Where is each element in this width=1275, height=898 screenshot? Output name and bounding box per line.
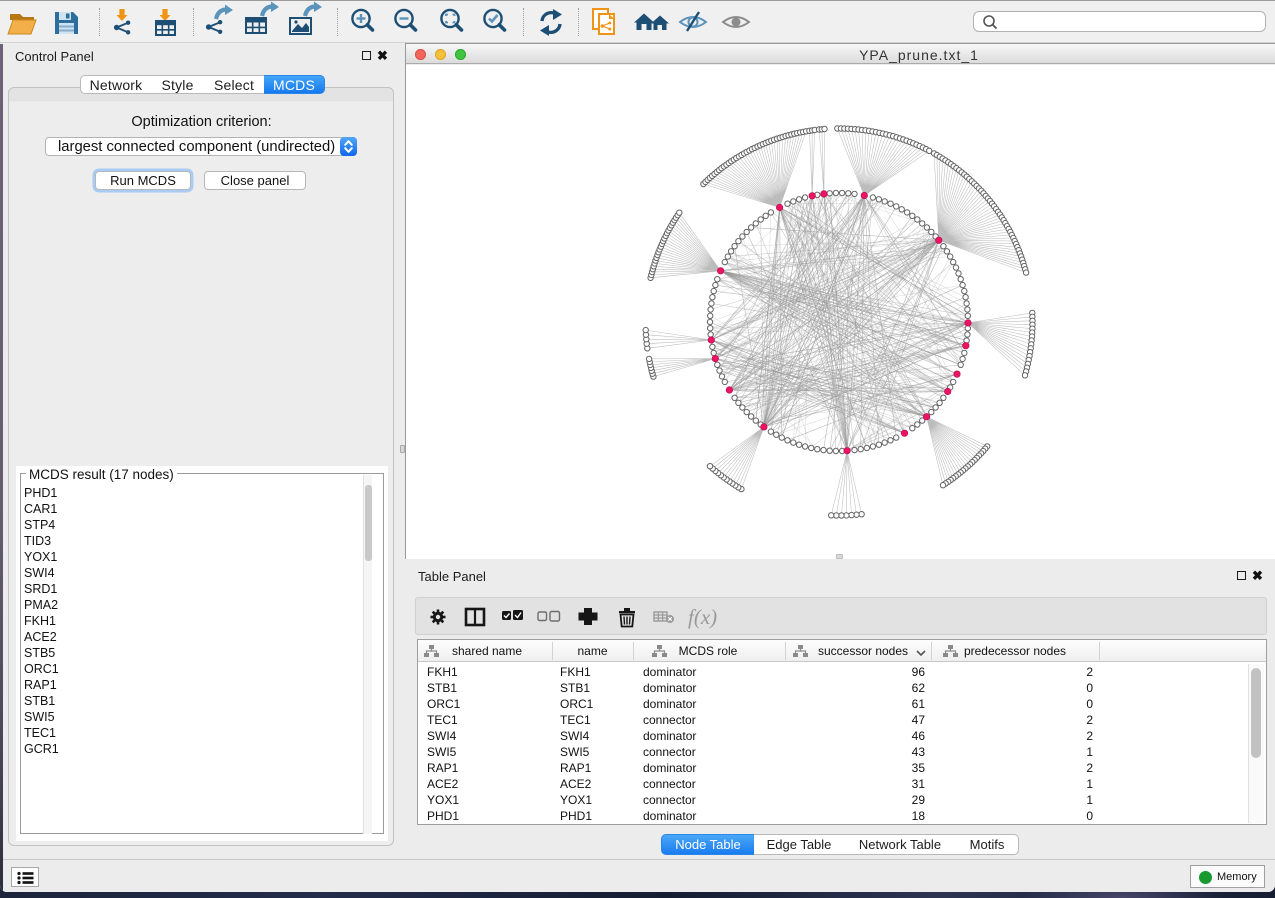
svg-text:f(x): f(x) — [688, 605, 717, 629]
